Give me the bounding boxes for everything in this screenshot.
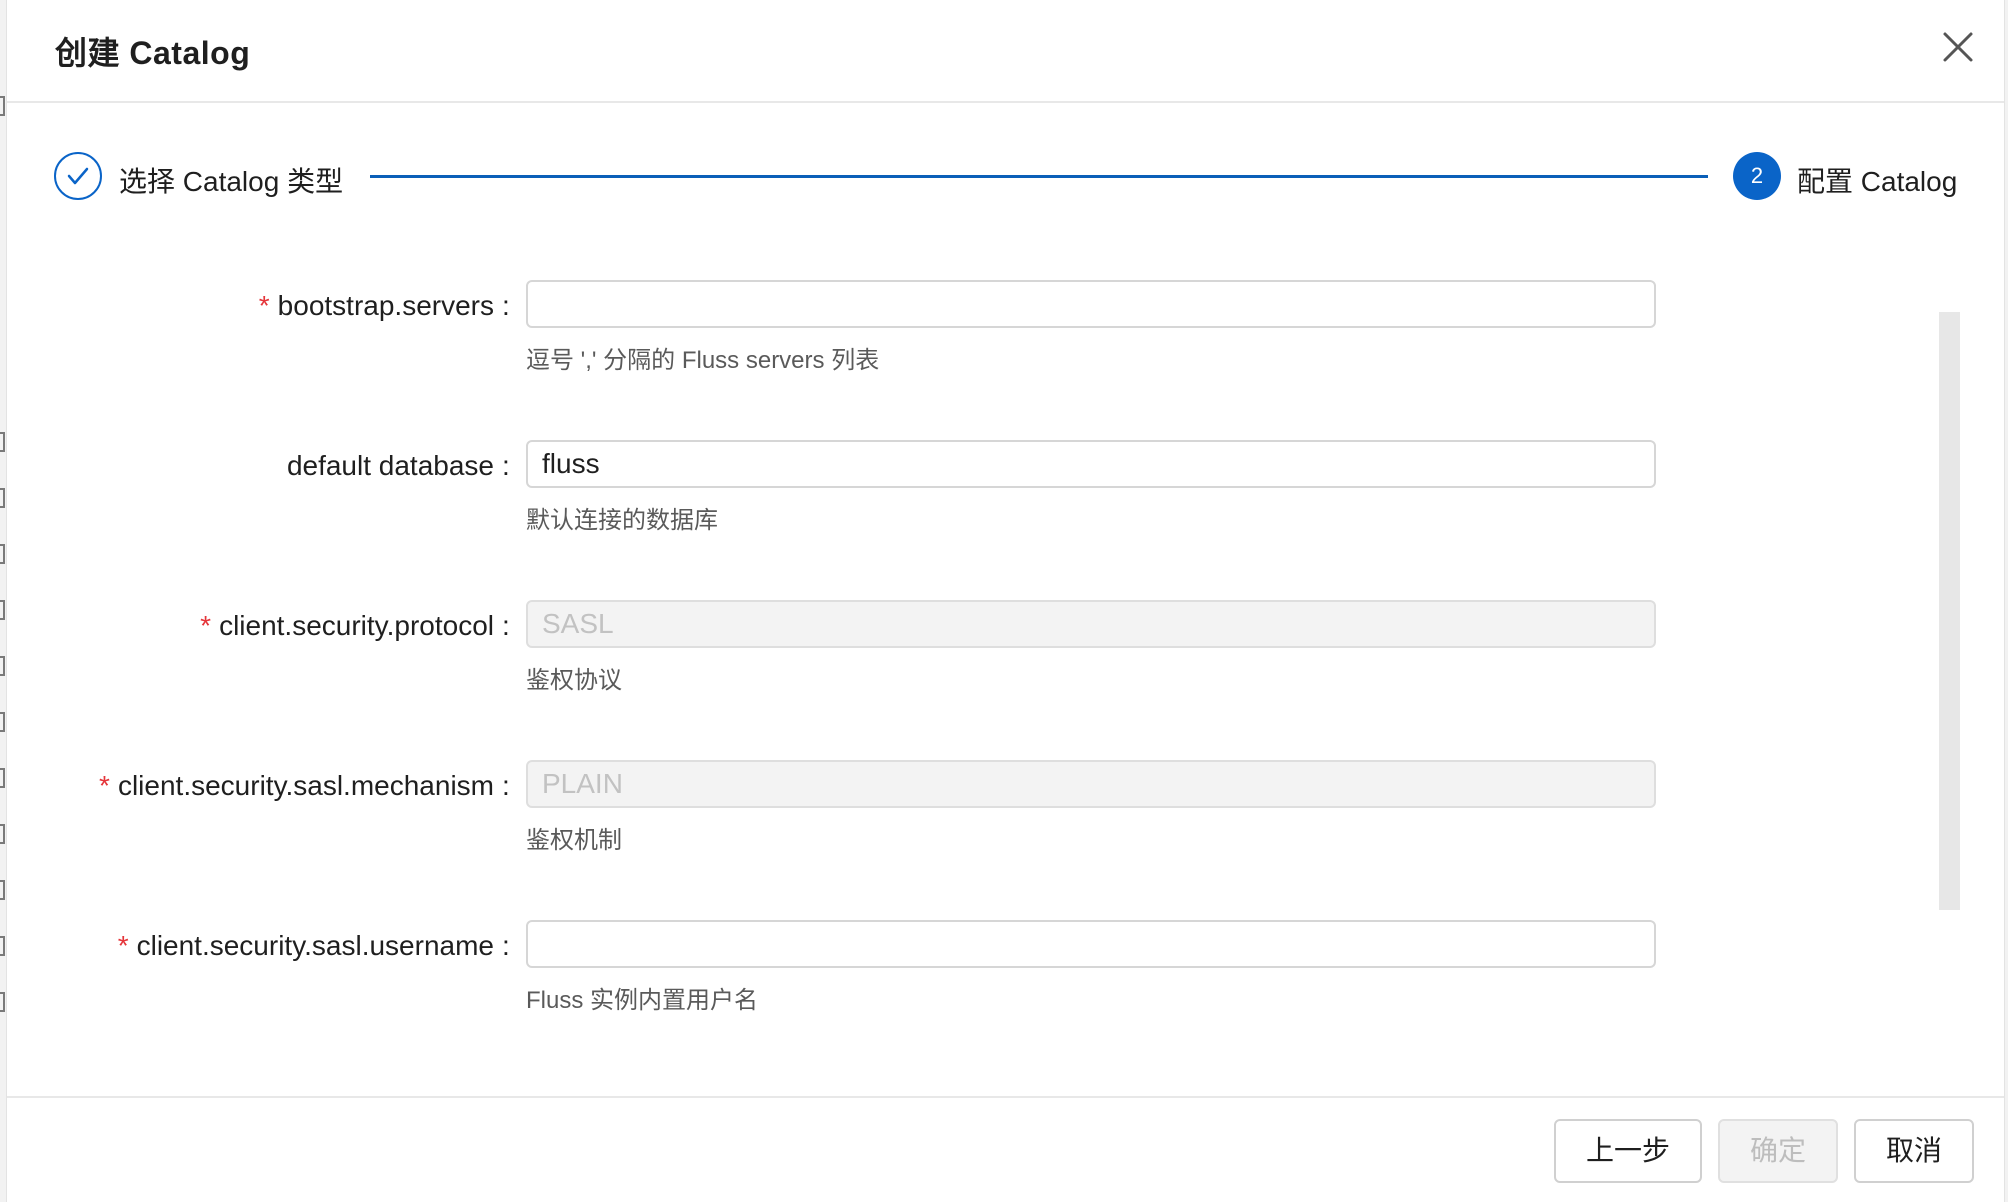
field-label: default database xyxy=(287,450,494,482)
dialog-header: 创建 Catalog xyxy=(7,0,2004,103)
confirm-button[interactable]: 确定 xyxy=(1718,1119,1838,1183)
background-edge-fragment xyxy=(0,96,5,116)
background-edge-fragment xyxy=(0,880,5,900)
step-connector xyxy=(370,175,1708,178)
security-protocol-input xyxy=(526,600,1656,648)
bootstrap-servers-input[interactable] xyxy=(526,280,1656,328)
required-mark: * xyxy=(200,610,212,641)
field-help-text: 鉴权机制 xyxy=(526,827,622,854)
background-edge-fragment xyxy=(0,936,5,956)
field-label-text: client.security.protocol xyxy=(219,610,494,641)
field-help-text: 鉴权协议 xyxy=(526,667,622,694)
background-edge-fragment xyxy=(0,712,5,732)
previous-step-button[interactable]: 上一步 xyxy=(1554,1119,1702,1183)
close-icon xyxy=(1943,32,1973,62)
create-catalog-dialog: 创建 Catalog 选择 Catalog 类型 2 配置 Catalog * … xyxy=(6,0,2005,1202)
label-colon: : xyxy=(502,770,510,801)
background-edge-fragment xyxy=(0,656,5,676)
field-label: * bootstrap.servers xyxy=(259,290,494,322)
background-edge-fragment xyxy=(0,544,5,564)
field-label: * client.security.protocol xyxy=(200,610,494,642)
background-edge-fragment xyxy=(0,600,5,620)
form-row-bootstrap-servers: * bootstrap.servers : 逗号 ',' 分隔的 Fluss se… xyxy=(7,280,2004,420)
label-colon: : xyxy=(502,610,510,641)
background-edge-fragment xyxy=(0,992,5,1012)
required-mark: * xyxy=(258,290,270,321)
scrollbar[interactable] xyxy=(1939,312,1960,910)
step-1-label: 选择 Catalog 类型 xyxy=(119,166,344,197)
sasl-mechanism-input xyxy=(526,760,1656,808)
steps-indicator: 选择 Catalog 类型 2 配置 Catalog xyxy=(7,148,2004,204)
step-2-label: 配置 Catalog xyxy=(1797,166,1958,197)
background-edge-fragment xyxy=(0,768,5,788)
required-mark: * xyxy=(99,770,110,801)
dialog-footer: 上一步 确定 取消 xyxy=(7,1096,2004,1202)
label-colon: : xyxy=(502,290,510,321)
check-icon xyxy=(67,167,89,185)
cancel-button[interactable]: 取消 xyxy=(1854,1119,1974,1183)
form-row-security-protocol: *client.security.protocol : 鉴权协议 xyxy=(7,600,2004,740)
field-label-text: bootstrap.servers xyxy=(277,290,494,321)
form-row-sasl-username: * client.security.sasl.username : Fluss 实… xyxy=(7,920,2004,1060)
background-edge-fragment xyxy=(0,488,5,508)
field-label-text: default database xyxy=(286,450,494,481)
field-help-text: 逗号 ',' 分隔的 Fluss servers 列表 xyxy=(526,347,880,374)
background-edge-fragment xyxy=(0,432,5,452)
field-label-text: client.security.sasl.mechanism xyxy=(117,770,494,801)
sasl-username-input[interactable] xyxy=(526,920,1656,968)
page: 创建 Catalog 选择 Catalog 类型 2 配置 Catalog * … xyxy=(0,0,2008,1202)
step-2-number-badge: 2 xyxy=(1733,152,1781,200)
step-1-check-icon xyxy=(54,152,102,200)
field-label: * client.security.sasl.mechanism xyxy=(99,770,494,802)
field-help-text: 默认连接的数据库 xyxy=(526,507,718,534)
background-edge-fragment xyxy=(0,824,5,844)
field-label: * client.security.sasl.username xyxy=(118,930,494,962)
default-database-input[interactable] xyxy=(526,440,1656,488)
label-colon: : xyxy=(502,930,510,961)
label-colon: : xyxy=(502,450,510,481)
required-mark: * xyxy=(117,930,129,961)
form-row-sasl-mechanism: *client.security.sasl.mechanism : 鉴权机制 xyxy=(7,760,2004,900)
form-row-default-database: default database : 默认连接的数据库 xyxy=(7,440,2004,580)
field-label-text: client.security.sasl.username xyxy=(136,930,494,961)
close-button[interactable] xyxy=(1941,30,1975,64)
dialog-title: 创建 Catalog xyxy=(55,35,251,71)
field-help-text: Fluss 实例内置用户名 xyxy=(526,987,759,1014)
